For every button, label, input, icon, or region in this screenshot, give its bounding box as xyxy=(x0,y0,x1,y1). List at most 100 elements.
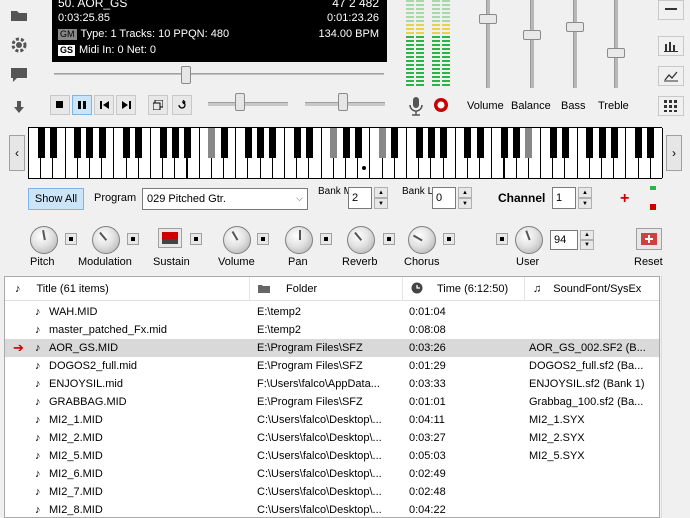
chat-icon[interactable] xyxy=(6,64,32,86)
equalizer-icon[interactable] xyxy=(658,36,684,56)
black-key[interactable] xyxy=(74,128,82,158)
black-key[interactable] xyxy=(379,128,387,158)
volume-thumb[interactable] xyxy=(479,14,497,24)
bank-msb-spinner[interactable]: ▲ ▼ xyxy=(374,187,388,209)
table-row[interactable]: ♪ MI2_1.MID C:\Users\falco\Desktop\... 0:04… xyxy=(5,411,659,429)
previous-button[interactable] xyxy=(94,95,114,115)
black-key[interactable] xyxy=(86,128,94,158)
vertical-scrollbar[interactable] xyxy=(661,276,689,518)
treble-thumb[interactable] xyxy=(607,48,625,58)
bass-thumb[interactable] xyxy=(566,22,584,32)
column-time[interactable]: Time (6:12:50) xyxy=(403,277,525,301)
black-key[interactable] xyxy=(37,128,45,158)
table-row[interactable]: ♪ master_patched_Fx.mid E:\temp2 0:08:08 xyxy=(5,321,659,339)
black-key[interactable] xyxy=(427,128,435,158)
next-button[interactable] xyxy=(116,95,136,115)
bass-slider[interactable] xyxy=(573,0,577,88)
channel-input[interactable]: 1 xyxy=(552,187,576,209)
stop-button[interactable] xyxy=(50,95,70,115)
speed-thumb[interactable] xyxy=(338,93,348,111)
black-key[interactable] xyxy=(208,128,216,158)
black-key[interactable] xyxy=(49,128,57,158)
bank-lsb-spinner[interactable]: ▲ ▼ xyxy=(458,187,472,209)
black-key[interactable] xyxy=(123,128,131,158)
black-key[interactable] xyxy=(220,128,228,158)
black-key[interactable] xyxy=(330,128,338,158)
repeat-icon[interactable] xyxy=(172,95,192,115)
balance-thumb[interactable] xyxy=(523,30,541,40)
black-key[interactable] xyxy=(354,128,362,158)
table-row[interactable]: ♪ GRABBAG.MID E:\Program Files\SFZ 0:01:01 G… xyxy=(5,393,659,411)
black-key[interactable] xyxy=(464,128,472,158)
record-icon[interactable] xyxy=(432,96,452,116)
folder-icon[interactable] xyxy=(6,4,32,26)
black-key[interactable] xyxy=(635,128,643,158)
show-all-button[interactable]: Show All xyxy=(28,188,84,210)
black-key[interactable] xyxy=(135,128,143,158)
reverb-knob[interactable] xyxy=(347,226,375,254)
seek-bar[interactable] xyxy=(54,66,384,84)
black-key[interactable] xyxy=(476,128,484,158)
add-icon[interactable]: + xyxy=(620,190,629,208)
black-key[interactable] xyxy=(98,128,106,158)
pan-toggle[interactable] xyxy=(320,233,332,245)
chorus-toggle[interactable] xyxy=(443,233,455,245)
table-row[interactable]: ♪ WAH.MID E:\temp2 0:01:04 xyxy=(5,303,659,321)
pan-knob[interactable] xyxy=(285,226,313,254)
user-toggle[interactable] xyxy=(496,233,508,245)
black-key[interactable] xyxy=(391,128,399,158)
black-key[interactable] xyxy=(415,128,423,158)
transpose-thumb[interactable] xyxy=(235,93,245,111)
table-row[interactable]: ♪ MI2_6.MID C:\Users\falco\Desktop\... 0:02… xyxy=(5,465,659,483)
user-value-input[interactable]: 94 xyxy=(550,230,578,250)
table-row[interactable]: ♪ ENJOYSIL.mid F:\Users\falco\AppData... 0:… xyxy=(5,375,659,393)
column-soundfont[interactable]: ♫ SoundFont/SysEx xyxy=(525,277,659,301)
black-key[interactable] xyxy=(159,128,167,158)
pitch-toggle[interactable] xyxy=(65,233,77,245)
treble-slider[interactable] xyxy=(614,0,618,88)
table-row[interactable]: ♪ DOGOS2_full.mid E:\Program Files\SFZ 0:01… xyxy=(5,357,659,375)
table-row[interactable]: ♪ MI2_2.MID C:\Users\falco\Desktop\... 0:03… xyxy=(5,429,659,447)
black-key[interactable] xyxy=(244,128,252,158)
keyboard-scroll-right[interactable]: › xyxy=(666,135,682,171)
microphone-icon[interactable] xyxy=(408,96,426,116)
volume-knob[interactable] xyxy=(223,226,251,254)
black-key[interactable] xyxy=(293,128,301,158)
download-icon[interactable] xyxy=(6,96,32,118)
black-key[interactable] xyxy=(440,128,448,158)
black-key[interactable] xyxy=(269,128,277,158)
minus-icon[interactable] xyxy=(658,0,684,20)
pitch-knob[interactable] xyxy=(30,226,58,254)
chorus-knob[interactable] xyxy=(408,226,436,254)
balance-slider[interactable] xyxy=(530,0,534,88)
piano-keyboard[interactable] xyxy=(28,127,663,179)
table-row[interactable]: ♪ MI2_7.MID C:\Users\falco\Desktop\... 0:02… xyxy=(5,483,659,501)
table-row[interactable]: ➔ ♪ AOR_GS.MID E:\Program Files\SFZ 0:03:26 A… xyxy=(5,339,659,357)
bank-lsb-input[interactable]: 0 xyxy=(432,187,456,209)
modulation-toggle[interactable] xyxy=(127,233,139,245)
sustain-pedal-icon[interactable] xyxy=(158,228,182,248)
bank-msb-input[interactable]: 2 xyxy=(348,187,372,209)
channel-spinner[interactable]: ▲ ▼ xyxy=(578,187,592,209)
program-select[interactable]: 029 Pitched Gtr. ⌵ xyxy=(142,188,308,210)
table-row[interactable]: ♪ MI2_5.MID C:\Users\falco\Desktop\... 0:05… xyxy=(5,447,659,465)
black-key[interactable] xyxy=(501,128,508,158)
restore-window-icon[interactable] xyxy=(148,95,168,115)
black-key[interactable] xyxy=(586,128,594,158)
black-key[interactable] xyxy=(647,128,655,158)
column-title[interactable]: ♪ Title (61 items) xyxy=(5,277,250,301)
user-knob[interactable] xyxy=(515,226,543,254)
black-key[interactable] xyxy=(549,128,557,158)
black-key[interactable] xyxy=(525,128,533,158)
reset-icon[interactable] xyxy=(636,228,662,250)
keyboard-scroll-left[interactable]: ‹ xyxy=(9,135,25,171)
table-row[interactable]: ♪ MI2_8.MID C:\Users\falco\Desktop\... 0:04… xyxy=(5,501,659,517)
black-key[interactable] xyxy=(561,128,569,158)
sustain-toggle[interactable] xyxy=(190,233,202,245)
black-key[interactable] xyxy=(513,128,521,158)
black-key[interactable] xyxy=(184,128,191,158)
line-chart-icon[interactable] xyxy=(658,66,684,86)
column-folder[interactable]: Folder xyxy=(250,277,403,301)
seek-thumb[interactable] xyxy=(181,66,191,84)
volume-toggle[interactable] xyxy=(257,233,269,245)
